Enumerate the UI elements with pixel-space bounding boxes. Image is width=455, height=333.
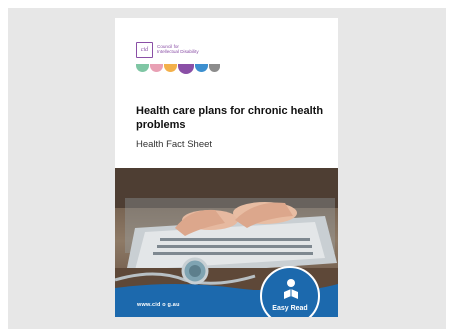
- easy-read-badge: Easy Read: [260, 266, 320, 317]
- logo-dot: [164, 64, 177, 72]
- easy-read-label: Easy Read: [272, 305, 308, 312]
- reader-icon: [284, 279, 298, 299]
- logo-dot: [178, 64, 194, 74]
- document-subtitle: Health Fact Sheet: [136, 139, 213, 150]
- organisation-name: Council for Intellectual Disability: [157, 44, 267, 55]
- document-cover: cid Council for Intellectual Disability …: [115, 18, 338, 317]
- logo-dot: [136, 64, 149, 72]
- logo-dot: [150, 64, 163, 72]
- logo-dots: [136, 64, 226, 76]
- logo-dot: [195, 64, 208, 72]
- cid-logo: cid: [136, 42, 153, 58]
- document-title: Health care plans for chronic health pro…: [136, 105, 324, 131]
- logo-dot: [209, 64, 220, 72]
- organisation-name-line2: Intellectual Disability: [157, 49, 199, 55]
- website-url[interactable]: www.cid o g.au: [137, 302, 180, 308]
